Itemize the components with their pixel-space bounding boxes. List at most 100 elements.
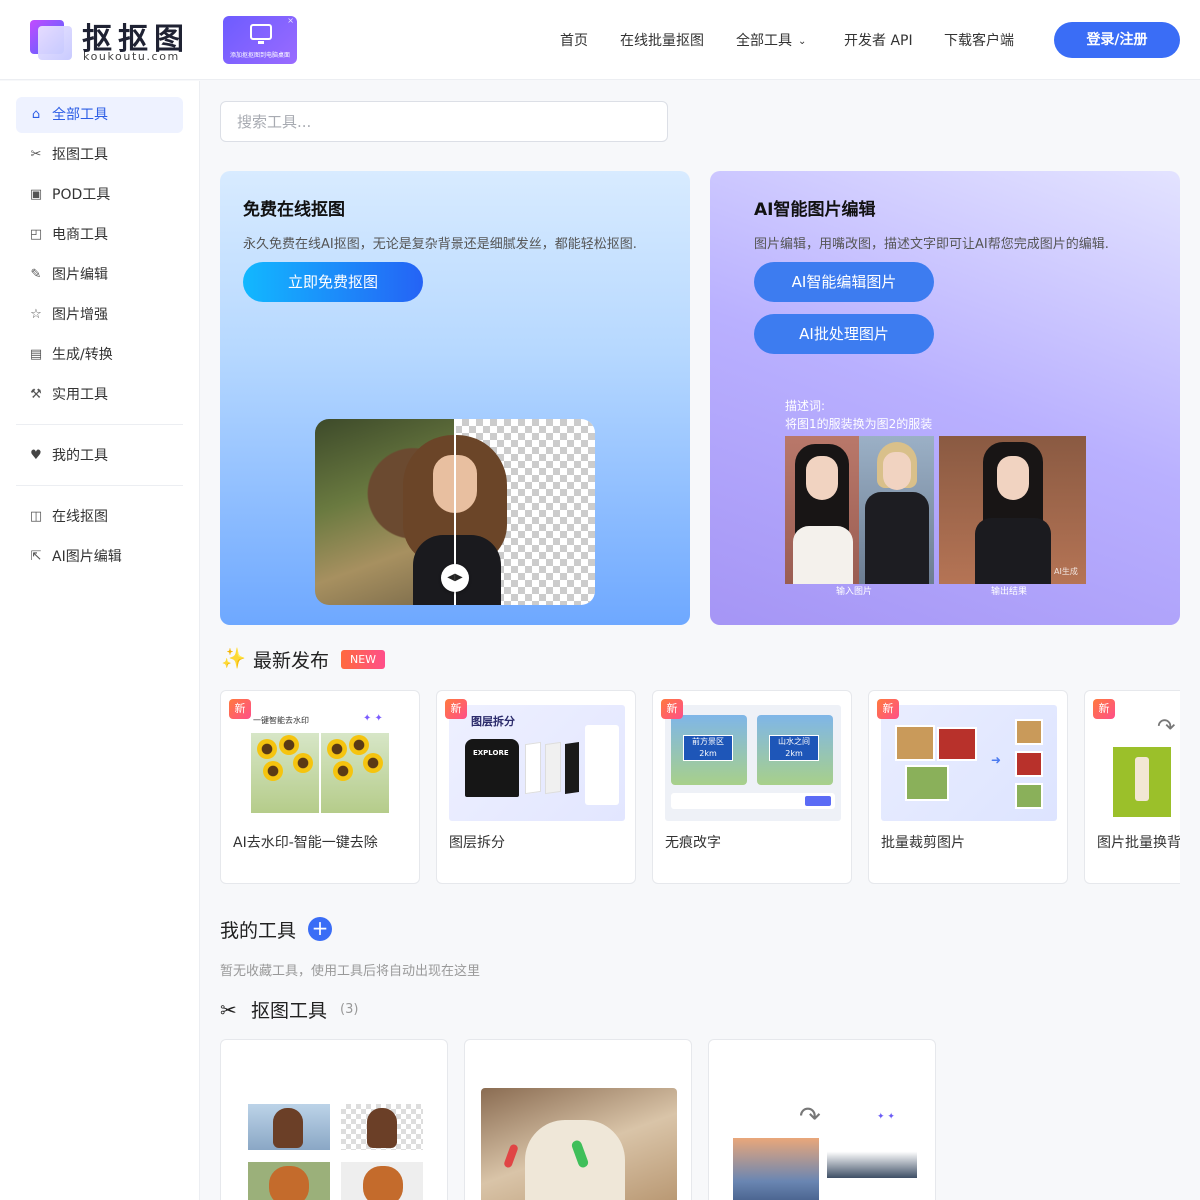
nav-batch-cutout[interactable]: 在线批量抠图	[620, 30, 704, 50]
sparkle-icon: ✦ ✦	[877, 1112, 895, 1122]
tool-card-title: AI去水印-智能一键去除	[233, 835, 378, 851]
hero-description: 永久免费在线AI抠图，无论是复杂背景还是细腻发丝，都能轻松抠图.	[243, 237, 637, 252]
tool-thumbnail: 图层拆分 EXPLORE	[449, 705, 625, 821]
search-input[interactable]	[220, 101, 668, 142]
hero-title: AI智能图片编辑	[754, 200, 876, 220]
tool-thumbnail: 前方景区 2km 山水之间 2km	[665, 705, 841, 821]
prompt-example: 描述词: 将图1的服装换为图2的服装	[785, 397, 932, 433]
sidebar-item-label: 全部工具	[52, 107, 108, 123]
chevron-down-icon: ⌄	[798, 36, 807, 47]
tool-thumbnail: 一键智能去水印 ✦ ✦	[233, 705, 409, 821]
sidebar-item-image-edit[interactable]: ✎ 图片编辑	[16, 257, 183, 293]
arrow-right-icon: ➜	[991, 753, 1002, 767]
hero-title: 免费在线抠图	[243, 200, 345, 220]
sidebar-item-label: 在线抠图	[52, 509, 108, 525]
tool-thumbnail: ↷	[1097, 705, 1180, 821]
nav-all-tools[interactable]: 全部工具 ⌄	[736, 30, 806, 50]
close-icon[interactable]: ×	[287, 16, 294, 25]
cutout-tools-count: (3)	[340, 1002, 359, 1017]
sidebar-link-online-cutout[interactable]: ◫ 在线抠图	[16, 499, 183, 535]
prompt-label: 描述词:	[785, 399, 826, 413]
sidebar-item-label: 实用工具	[52, 387, 108, 403]
shirt-print-text: EXPLORE	[473, 749, 509, 757]
sidebar-divider	[16, 424, 183, 425]
tool-card-cutout-2[interactable]	[464, 1039, 692, 1200]
tool-card-cutout-1[interactable]	[220, 1039, 448, 1200]
new-badge: 新	[661, 699, 683, 719]
new-tag: NEW	[341, 650, 385, 669]
add-to-desktop-promo[interactable]: × 添加抠抠图到电脑桌面	[223, 16, 297, 64]
heart-icon: ♥	[30, 448, 42, 463]
sidebar-divider	[16, 485, 183, 486]
ai-batch-process-button[interactable]: AI批处理图片	[754, 314, 934, 354]
tool-card-ai-watermark-remove[interactable]: 新 一键智能去水印 ✦ ✦ AI去水印-智能一键去除	[220, 690, 420, 884]
image-cutout-icon: ◫	[29, 509, 43, 524]
sparkle-icon: ✦ ✦	[363, 713, 383, 724]
tool-card-seamless-text-edit[interactable]: 新 前方景区 2km 山水之间 2km 无痕改字	[652, 690, 852, 884]
thumb-caption: 一键智能去水印	[253, 716, 309, 725]
new-badge: 新	[445, 699, 467, 719]
curved-arrow-icon: ↷	[799, 1102, 821, 1132]
tool-card-cutout-3[interactable]: ↷ ✦ ✦	[708, 1039, 936, 1200]
new-badge: 新	[229, 699, 251, 719]
tool-card-batch-background-change[interactable]: 新 ↷ 图片批量换背景	[1084, 690, 1180, 884]
hero-ai-edit-card: AI智能图片编辑 图片编辑，用嘴改图，描述文字即可让AI帮您完成图片的编辑. A…	[710, 171, 1180, 625]
output-caption: 输出结果	[991, 587, 1028, 597]
hero-description: 图片编辑，用嘴改图，描述文字即可让AI帮您完成图片的编辑.	[754, 237, 1109, 252]
sidebar-item-generate-convert[interactable]: ▤ 生成/转换	[16, 337, 183, 373]
ai-edit-image-button[interactable]: AI智能编辑图片	[754, 262, 934, 302]
curved-arrow-icon: ↷	[1157, 715, 1176, 740]
wrench-icon: ⚒	[30, 387, 42, 402]
sidebar-item-ecommerce-tools[interactable]: ◰ 电商工具	[16, 217, 183, 253]
tool-card-layer-split[interactable]: 新 图层拆分 EXPLORE 图层拆分	[436, 690, 636, 884]
sidebar-item-label: 图片增强	[52, 307, 108, 323]
home-icon: ⌂	[31, 107, 41, 122]
tool-thumbnail: ➜	[881, 705, 1057, 821]
add-tool-button[interactable]: +	[308, 917, 332, 941]
thumb-caption: 图层拆分	[471, 715, 515, 728]
input-photo-2	[859, 436, 934, 584]
sparkle-icon: ✨	[221, 646, 246, 670]
sidebar-item-label: 抠图工具	[52, 147, 108, 163]
tool-card-title: 无痕改字	[665, 835, 721, 851]
sidebar-item-utility-tools[interactable]: ⚒ 实用工具	[16, 377, 183, 413]
output-photo	[939, 436, 1086, 584]
sidebar-item-label: 生成/转换	[52, 347, 113, 363]
prompt-text: 将图1的服装换为图2的服装	[785, 417, 933, 431]
ai-generated-mark: AI生成	[1054, 567, 1078, 576]
nav-download-client[interactable]: 下载客户端	[944, 30, 1014, 50]
shopping-bag-icon: ◰	[29, 227, 43, 242]
login-register-button[interactable]: 登录/注册	[1054, 22, 1180, 58]
input-photo-1	[785, 436, 859, 584]
hero-free-cutout-card: 免费在线抠图 永久免费在线AI抠图，无论是复杂背景还是细腻发丝，都能轻松抠图. …	[220, 171, 690, 625]
monitor-icon	[250, 24, 272, 44]
sidebar-item-label: 我的工具	[52, 448, 108, 464]
tool-card-batch-crop[interactable]: 新 ➜ 批量裁剪图片	[868, 690, 1068, 884]
robot-icon: ▤	[29, 347, 43, 362]
site-logo[interactable]: 抠抠图 koukoutu.com	[30, 18, 190, 64]
tool-card-title: 批量裁剪图片	[881, 835, 965, 851]
new-badge: 新	[877, 699, 899, 719]
before-after-compare-image[interactable]: ◀▶	[315, 419, 595, 605]
scissors-icon: ✂	[220, 998, 237, 1022]
top-header: 抠抠图 koukoutu.com × 添加抠抠图到电脑桌面 首页 在线批量抠图 …	[0, 0, 1200, 80]
sign-text-right: 山水之间	[778, 737, 810, 746]
sidebar-item-cutout-tools[interactable]: ✂ 抠图工具	[16, 137, 183, 173]
sidebar-item-all-tools[interactable]: ⌂ 全部工具	[16, 97, 183, 133]
sidebar-item-my-tools[interactable]: ♥ 我的工具	[16, 438, 183, 474]
sign-distance: 2km	[785, 749, 803, 758]
new-badge: 新	[1093, 699, 1115, 719]
logo-mark-icon	[30, 20, 72, 60]
promo-text: 添加抠抠图到电脑桌面	[229, 52, 290, 59]
nav-home[interactable]: 首页	[560, 30, 588, 50]
nav-developer-api[interactable]: 开发者 API	[844, 30, 913, 50]
sidebar-item-image-enhance[interactable]: ☆ 图片增强	[16, 297, 183, 333]
compare-slider-handle-icon[interactable]: ◀▶	[441, 564, 469, 592]
sign-distance: 2km	[699, 749, 717, 758]
sidebar-link-ai-image-edit[interactable]: ⇱ AI图片编辑	[16, 539, 183, 575]
latest-section-title: 最新发布	[253, 650, 330, 672]
sign-text-left: 前方景区	[692, 737, 724, 746]
latest-tools-row: 新 一键智能去水印 ✦ ✦ AI去水印-智能一键去除 新 图层拆分 EXPLOR…	[220, 690, 1180, 884]
sidebar-item-pod-tools[interactable]: ▣ POD工具	[16, 177, 183, 213]
free-cutout-button[interactable]: 立即免费抠图	[243, 262, 423, 302]
